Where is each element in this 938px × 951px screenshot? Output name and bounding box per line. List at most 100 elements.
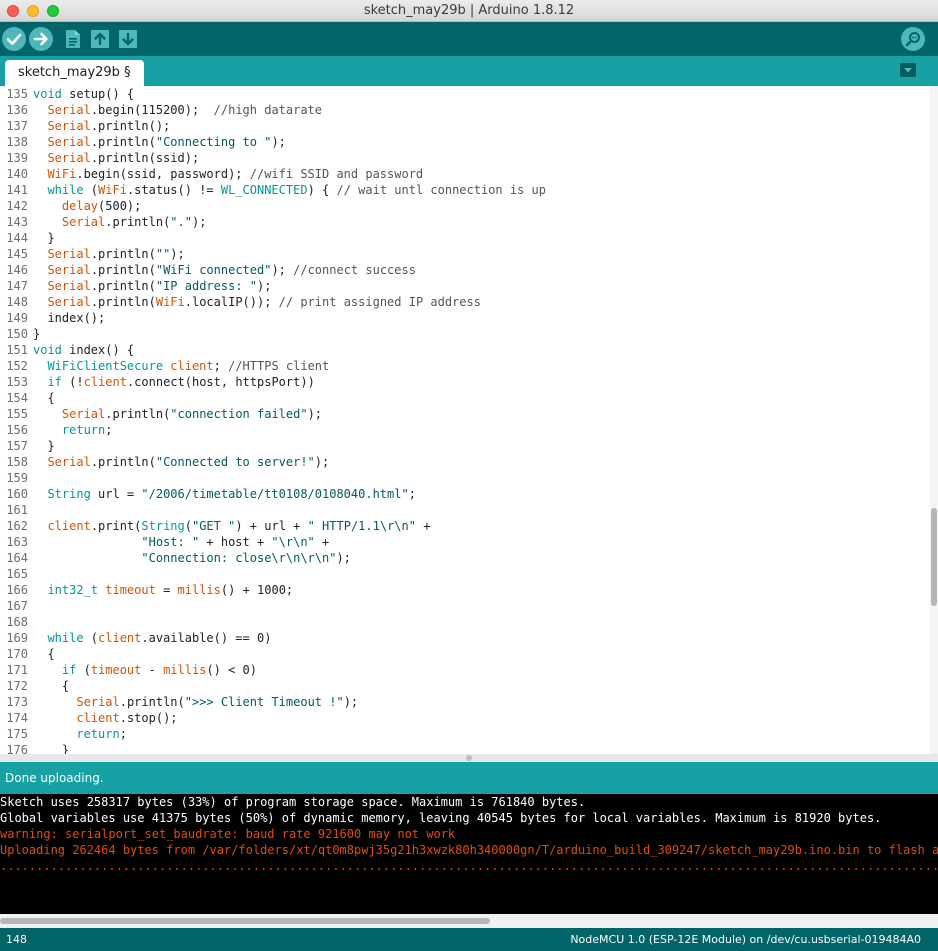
- line-number: 171: [6, 663, 28, 677]
- line-code: while (WiFi.status() != WL_CONNECTED) { …: [47, 183, 546, 197]
- code-line[interactable]: 151 void index() {: [0, 342, 930, 358]
- line-code: }: [33, 231, 55, 245]
- code-line[interactable]: 136 Serial.begin(115200); //high datarat…: [0, 102, 930, 118]
- code-line[interactable]: 145 Serial.println("");: [0, 246, 930, 262]
- code-line[interactable]: 171 if (timeout - millis() < 0): [0, 662, 930, 678]
- code-line[interactable]: 172 {: [0, 678, 930, 694]
- code-line[interactable]: 143 Serial.println(".");: [0, 214, 930, 230]
- code-line[interactable]: 148 Serial.println(WiFi.localIP()); // p…: [0, 294, 930, 310]
- line-number: 137: [6, 119, 28, 133]
- code-line[interactable]: 160 String url = "/2006/timetable/tt0108…: [0, 486, 930, 502]
- code-line[interactable]: 165: [0, 566, 930, 582]
- console-line: Global variables use 41375 bytes (50%) o…: [0, 811, 882, 825]
- code-line[interactable]: 164 "Connection: close\r\n\r\n");: [0, 550, 930, 566]
- editor-vertical-scrollbar[interactable]: [930, 86, 938, 754]
- splitter-handle[interactable]: [466, 755, 472, 761]
- code-line[interactable]: 150}: [0, 326, 930, 342]
- line-code: }: [33, 439, 55, 453]
- code-line[interactable]: 144 }: [0, 230, 930, 246]
- line-code: {: [33, 391, 55, 405]
- code-line[interactable]: 155 Serial.println("connection failed");: [0, 406, 930, 422]
- code-line[interactable]: 175 return;: [0, 726, 930, 742]
- code-line[interactable]: 163 "Host: " + host + "\r\n" +: [0, 534, 930, 550]
- save-sketch-button[interactable]: [116, 27, 140, 51]
- console-line: warning: serialport_set_baudrate: baud r…: [0, 827, 456, 841]
- line-code: WiFi.begin(ssid, password); //wifi SSID …: [47, 167, 424, 181]
- upload-button[interactable]: [29, 27, 53, 51]
- code-line[interactable]: 161: [0, 502, 930, 518]
- code-line[interactable]: 170 {: [0, 646, 930, 662]
- code-line[interactable]: 156 return;: [0, 422, 930, 438]
- line-number: 149: [6, 311, 28, 325]
- code-editor[interactable]: 135 void setup() {136 Serial.begin(115200…: [0, 86, 938, 754]
- line-number: 169: [6, 631, 28, 645]
- code-line[interactable]: 152 WiFiClientSecure client; //HTTPS cli…: [0, 358, 930, 374]
- line-number: 136: [6, 103, 28, 117]
- code-line[interactable]: 169 while (client.available() == 0): [0, 630, 930, 646]
- console-line: Sketch uses 258317 bytes (33%) of progra…: [0, 795, 586, 809]
- board-port-info: NodeMCU 1.0 (ESP-12E Module) on /dev/cu.…: [570, 933, 921, 946]
- line-code: Serial.println("");: [47, 247, 185, 261]
- code-line[interactable]: 138 Serial.println("Connecting to ");: [0, 134, 930, 150]
- line-number: 142: [6, 199, 28, 213]
- line-code: Serial.println();: [47, 119, 171, 133]
- code-line[interactable]: 147 Serial.println("IP address: ");: [0, 278, 930, 294]
- code-line[interactable]: 141 while (WiFi.status() != WL_CONNECTED…: [0, 182, 930, 198]
- line-number: 163: [6, 535, 28, 549]
- tab-bar: sketch_may29b §: [0, 56, 938, 86]
- code-line[interactable]: 149 index();: [0, 310, 930, 326]
- line-number: 174: [6, 711, 28, 725]
- code-line[interactable]: 158 Serial.println("Connected to server!…: [0, 454, 930, 470]
- open-sketch-button[interactable]: [88, 27, 112, 51]
- code-line[interactable]: 140 WiFi.begin(ssid, password); //wifi S…: [0, 166, 930, 182]
- code-line[interactable]: 146 Serial.println("WiFi connected"); //…: [0, 262, 930, 278]
- code-line[interactable]: 154 {: [0, 390, 930, 406]
- line-number: 164: [6, 551, 28, 565]
- code-line[interactable]: 176 }: [0, 742, 930, 754]
- code-line[interactable]: 137 Serial.println();: [0, 118, 930, 134]
- line-code: Serial.println("Connecting to ");: [47, 135, 286, 149]
- line-code: index();: [33, 311, 106, 325]
- tab-menu-button[interactable]: [900, 63, 916, 77]
- code-line[interactable]: 142 delay(500);: [0, 198, 930, 214]
- chevron-down-icon: [904, 68, 912, 73]
- line-code: Serial.println(WiFi.localIP()); // print…: [47, 295, 481, 309]
- verify-button[interactable]: [2, 27, 26, 51]
- code-line[interactable]: 153 if (!client.connect(host, httpsPort)…: [0, 374, 930, 390]
- line-number: 162: [6, 519, 28, 533]
- code-line[interactable]: 167: [0, 598, 930, 614]
- serial-monitor-button[interactable]: [901, 27, 925, 51]
- code-line[interactable]: 139 Serial.println(ssid);: [0, 150, 930, 166]
- code-line[interactable]: 162 client.print(String("GET ") + url + …: [0, 518, 930, 534]
- line-number: 172: [6, 679, 28, 693]
- check-icon: [6, 33, 22, 45]
- line-code: Serial.println(ssid);: [47, 151, 200, 165]
- line-number: 161: [6, 503, 28, 517]
- line-number: 139: [6, 151, 28, 165]
- line-number: 156: [6, 423, 28, 437]
- tab-sketch[interactable]: sketch_may29b §: [5, 60, 144, 86]
- code-line[interactable]: 173 Serial.println(">>> Client Timeout !…: [0, 694, 930, 710]
- line-number: 168: [6, 615, 28, 629]
- console-horizontal-scrollbar[interactable]: [0, 914, 938, 928]
- line-number: 153: [6, 375, 28, 389]
- line-code: Serial.println("WiFi connected"); //conn…: [47, 263, 416, 277]
- line-number: 158: [6, 455, 28, 469]
- editor-console-splitter[interactable]: [0, 754, 938, 762]
- console-scroll-thumb[interactable]: [0, 918, 490, 924]
- code-line[interactable]: 168: [0, 614, 930, 630]
- line-number: 170: [6, 647, 28, 661]
- console-line: Uploading 262464 bytes from /var/folders…: [0, 843, 938, 857]
- code-line[interactable]: 166 int32_t timeout = millis() + 1000;: [0, 582, 930, 598]
- code-line[interactable]: 174 client.stop();: [0, 710, 930, 726]
- line-number: 151: [6, 343, 28, 357]
- new-sketch-button[interactable]: [61, 27, 85, 51]
- code-line[interactable]: 135 void setup() {: [0, 86, 930, 102]
- document-icon: [66, 30, 80, 48]
- arrow-up-icon: [91, 30, 109, 48]
- code-line[interactable]: 157 }: [0, 438, 930, 454]
- code-line[interactable]: 159: [0, 470, 930, 486]
- line-code: delay(500);: [61, 199, 142, 213]
- line-code: "Connection: close\r\n\r\n");: [141, 551, 351, 565]
- editor-scroll-thumb[interactable]: [931, 508, 937, 606]
